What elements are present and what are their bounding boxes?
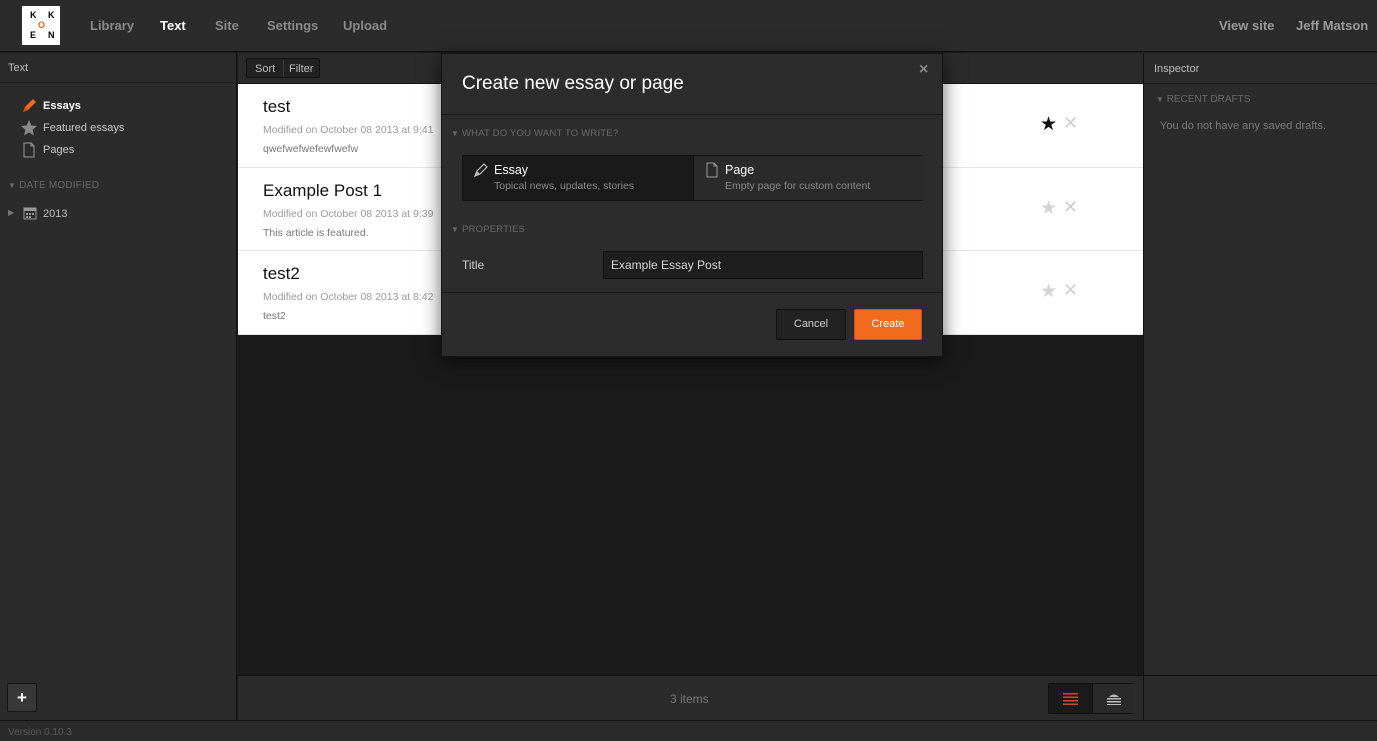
section-label: RECENT DRAFTS [1166, 94, 1251, 105]
left-sidebar: Text Essays Featured essays Pages ▼ DATE… [0, 53, 237, 728]
collapse-triangle-icon: ▼ [1156, 95, 1164, 104]
grid-view-button[interactable] [1092, 684, 1134, 713]
item-count: 3 items [670, 692, 709, 706]
dialog-title: Create new essay or page [462, 73, 684, 94]
logo-letter: O [38, 20, 46, 30]
add-button[interactable]: + [7, 683, 37, 712]
item-modified: Modified on October 08 2013 at 8:42 [263, 291, 434, 303]
collapse-triangle-icon: ▼ [451, 129, 460, 138]
type-option-page[interactable]: Page Empty page for custom content [693, 156, 923, 200]
type-description: Topical news, updates, stories [494, 180, 635, 192]
divider [442, 114, 942, 115]
divider [0, 82, 237, 83]
pen-icon [473, 163, 488, 178]
item-title: test [263, 97, 291, 116]
collapse-triangle-icon: ▼ [451, 225, 460, 234]
list-footer: 3 items [238, 675, 1143, 720]
item-excerpt: This article is featured. [263, 226, 369, 239]
pen-icon [23, 99, 36, 112]
divider [442, 292, 942, 293]
logo-letter: K [48, 10, 55, 20]
sidebar-item-essays[interactable]: Essays [20, 97, 220, 115]
feature-star-icon[interactable]: ★ [1040, 197, 1057, 220]
write-type-section: ▼ WHAT DO YOU WANT TO WRITE? [451, 128, 618, 139]
logo-letter: N [48, 30, 55, 40]
title-input[interactable] [603, 251, 923, 279]
delete-icon[interactable]: ✕ [1063, 197, 1078, 218]
user-menu[interactable]: Jeff Matson [1296, 0, 1368, 52]
collapse-triangle-icon: ▼ [8, 181, 17, 190]
logo-letter: E [30, 30, 37, 40]
nav-text[interactable]: Text [160, 0, 186, 52]
divider [1144, 675, 1377, 676]
create-dialog: Create new essay or page × ▼ WHAT DO YOU… [441, 53, 943, 357]
date-modified-section[interactable]: ▼ DATE MODIFIED [8, 180, 99, 191]
feature-star-icon[interactable]: ★ [1040, 113, 1057, 136]
top-bar: K O K E N Library Text Site Settings Upl… [0, 0, 1377, 52]
item-modified: Modified on October 08 2013 at 9:41 [263, 124, 434, 136]
section-label: DATE MODIFIED [19, 180, 100, 191]
recent-drafts-section[interactable]: ▼ RECENT DRAFTS [1156, 94, 1250, 105]
item-excerpt: test2 [263, 310, 286, 322]
title-field-label: Title [462, 258, 485, 272]
sidebar-item-label: Featured essays [43, 122, 125, 134]
item-title: test2 [263, 264, 300, 283]
nav-settings[interactable]: Settings [267, 0, 318, 52]
section-label: PROPERTIES [461, 224, 526, 235]
year-label: 2013 [43, 208, 68, 220]
sidebar-item-label: Pages [43, 144, 75, 156]
page-icon [23, 142, 35, 158]
section-label: WHAT DO YOU WANT TO WRITE? [461, 128, 619, 139]
sidebar-title: Text [8, 62, 29, 74]
view-site-link[interactable]: View site [1219, 0, 1274, 52]
calendar-icon [23, 207, 37, 220]
sidebar-item-featured[interactable]: Featured essays [20, 119, 220, 137]
expand-triangle-icon: ▶ [8, 208, 15, 217]
view-toggle [1048, 683, 1134, 714]
nav-site[interactable]: Site [215, 0, 239, 52]
nav-upload[interactable]: Upload [343, 0, 387, 52]
item-excerpt: qwefwefwefewfwefw [263, 143, 359, 155]
item-modified: Modified on October 08 2013 at 9:39 [263, 207, 434, 220]
cancel-button[interactable]: Cancel [776, 309, 846, 340]
filter-button[interactable]: Filter [289, 63, 313, 75]
inspector-title: Inspector [1154, 63, 1200, 75]
content-type-selector: Essay Topical news, updates, stories Pag… [462, 155, 923, 201]
create-button[interactable]: Create [854, 309, 922, 340]
sort-filter-group: Sort Filter [246, 58, 320, 78]
footer: Version 0.10.3 [0, 720, 1377, 741]
type-description: Empty page for custom content [725, 180, 871, 192]
type-option-essay[interactable]: Essay Topical news, updates, stories [463, 156, 693, 200]
feature-star-icon[interactable]: ★ [1040, 280, 1057, 303]
inspector-panel: Inspector ▼ RECENT DRAFTS You do not hav… [1143, 53, 1377, 720]
page-icon [706, 162, 718, 178]
sidebar-item-label: Essays [43, 100, 81, 112]
nav-library[interactable]: Library [90, 0, 134, 52]
divider [283, 60, 284, 77]
delete-icon[interactable]: ✕ [1063, 113, 1078, 134]
sidebar-item-pages[interactable]: Pages [20, 141, 220, 159]
year-2013-item[interactable]: ▶ 2013 [8, 205, 128, 223]
divider [1144, 83, 1377, 84]
koken-logo[interactable]: K O K E N [22, 6, 60, 45]
list-view-button[interactable] [1049, 684, 1092, 713]
item-title: Example Post 1 [263, 180, 383, 200]
list-view-icon [1063, 693, 1078, 705]
stack-view-icon [1107, 694, 1121, 705]
version-label: Version 0.10.3 [8, 727, 72, 738]
close-icon[interactable]: × [919, 61, 928, 79]
type-name: Page [725, 163, 755, 177]
star-icon [21, 120, 37, 136]
logo-letter: K [30, 10, 37, 20]
sort-button[interactable]: Sort [255, 63, 275, 75]
type-name: Essay [494, 163, 529, 177]
drafts-empty-message: You do not have any saved drafts. [1160, 120, 1326, 132]
properties-section: ▼ PROPERTIES [451, 224, 525, 235]
delete-icon[interactable]: ✕ [1063, 280, 1078, 301]
